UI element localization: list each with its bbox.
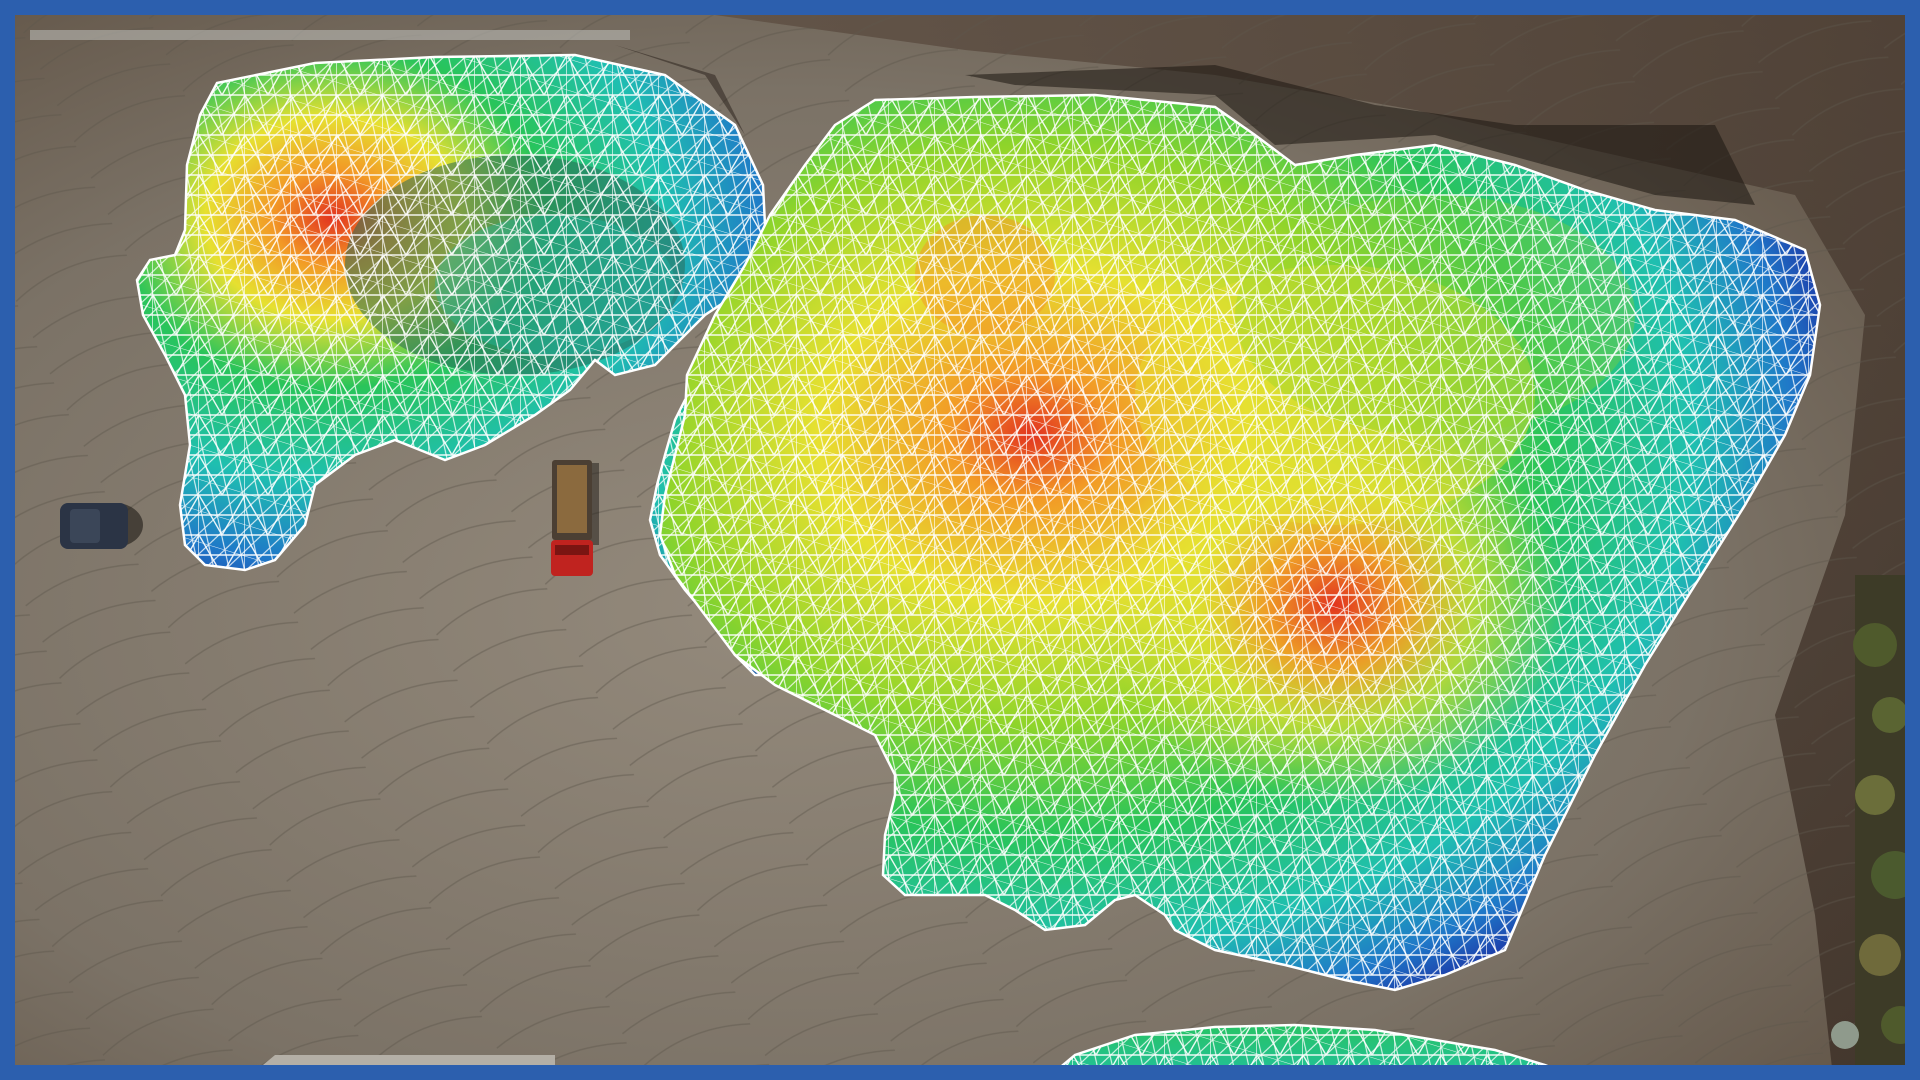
image-frame: [0, 0, 1920, 1080]
dump-truck: [551, 460, 599, 576]
parked-car: [60, 503, 143, 549]
fence-strip: [30, 30, 630, 40]
aerial-photo: [15, 15, 1905, 1065]
concrete-slab: [263, 1055, 555, 1065]
